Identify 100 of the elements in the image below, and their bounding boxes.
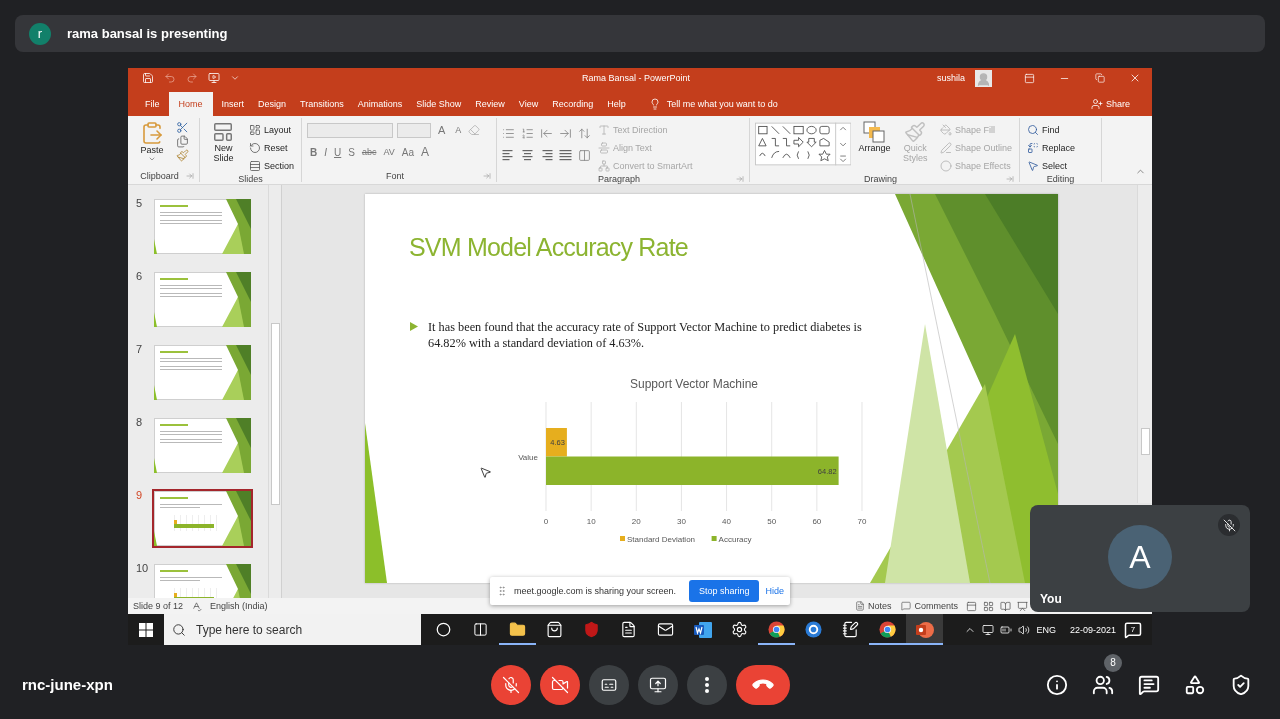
shield-icon: [1230, 673, 1252, 696]
slide-title: SVM Model Accuracy Rate: [409, 232, 688, 263]
search-field[interactable]: Type here to search: [194, 621, 418, 638]
reset-button[interactable]: Reset: [246, 139, 296, 156]
ribbon-tab[interactable]: Home: [168, 92, 213, 116]
chart-title: Support Vector Machine: [629, 377, 759, 391]
participant-name: You: [1040, 592, 1062, 606]
decrease-indent-icon[interactable]: [540, 126, 553, 140]
ribbon-tab[interactable]: Help: [602, 92, 631, 116]
new-slide-button[interactable]: New Slide: [205, 121, 242, 174]
meeting-name: rnc-june-xpn: [21, 676, 114, 693]
ribbon-tab[interactable]: Design: [253, 92, 292, 116]
slide-number: 8: [136, 416, 144, 428]
axis-tick-label: 60: [812, 517, 822, 526]
align-center-icon[interactable]: [521, 149, 534, 161]
clipboard-icon: [140, 121, 164, 145]
pointer-icon: [1027, 159, 1039, 172]
ribbon-tab[interactable]: View: [513, 92, 544, 116]
format-button[interactable]: A: [418, 143, 433, 161]
font-name-field[interactable]: [307, 122, 393, 138]
shapes-gallery[interactable]: [755, 121, 852, 167]
slide-thumbnail[interactable]: [152, 489, 253, 548]
shrink-font-button[interactable]: A: [452, 121, 465, 139]
axis-tick-label: 10: [586, 517, 596, 526]
ribbon-tab[interactable]: Insert: [216, 92, 250, 116]
format-button[interactable]: S: [345, 143, 358, 161]
input-language: ENG: [1036, 624, 1056, 635]
font-size-field[interactable]: [397, 122, 431, 138]
format-button[interactable]: B: [307, 143, 321, 161]
search-box[interactable]: Type here to search: [164, 614, 421, 645]
share-button[interactable]: Share: [1084, 92, 1136, 116]
copy-icon[interactable]: [176, 135, 189, 148]
info-icon: [1046, 673, 1068, 696]
slide-number: 5: [136, 197, 144, 209]
reset-icon: [248, 141, 261, 154]
columns-icon[interactable]: [578, 148, 591, 162]
stop-sharing-button[interactable]: Stop sharing: [688, 580, 760, 602]
avatar: r: [29, 22, 51, 45]
comments-button[interactable]: Comments: [899, 601, 960, 611]
reading-view-icon[interactable]: [1000, 600, 1011, 612]
tell-me-field[interactable]: Tell me what you want to do: [648, 92, 778, 116]
slide-icon: [212, 121, 235, 143]
justify-icon[interactable]: [559, 149, 572, 161]
format-button[interactable]: AV: [380, 143, 398, 161]
increase-indent-icon[interactable]: [559, 126, 572, 140]
axis-tick-label: 40: [722, 517, 731, 526]
format-button[interactable]: U: [331, 143, 345, 161]
volume-icon[interactable]: [1018, 623, 1031, 636]
language-label: English (India): [210, 601, 268, 611]
hide-link[interactable]: Hide: [765, 586, 784, 596]
circle-icon: [939, 159, 952, 172]
ribbon-tab[interactable]: File: [140, 92, 165, 116]
save-icon[interactable]: [142, 72, 154, 84]
grid-view-icon[interactable]: [983, 600, 994, 612]
microphone-button[interactable]: [490, 664, 531, 705]
spell-check-icon[interactable]: [191, 600, 203, 612]
scrollbar-thumb[interactable]: [1140, 428, 1150, 455]
ribbon-command[interactable]: Replace: [1025, 139, 1078, 156]
slideshow-icon[interactable]: [208, 72, 220, 84]
legend-label: Accuracy: [718, 535, 752, 544]
caret-icon[interactable]: [230, 73, 240, 83]
group-label: Slides: [237, 174, 264, 184]
brush-icon: [904, 121, 927, 143]
paste-button[interactable]: Paste: [133, 121, 171, 170]
format-button[interactable]: abc: [358, 143, 380, 161]
ribbon-tab[interactable]: Recording: [547, 92, 599, 116]
leave-call-button[interactable]: [735, 664, 790, 705]
scissors-icon[interactable]: [176, 121, 189, 134]
section-button[interactable]: Section: [246, 157, 296, 174]
slideshow-icon[interactable]: [1017, 600, 1028, 612]
monitor-icon[interactable]: [982, 623, 995, 636]
ribbon-tab[interactable]: Slide Show: [411, 92, 467, 116]
info-button[interactable]: [1045, 672, 1069, 697]
format-button[interactable]: I: [321, 143, 330, 161]
align-left-icon[interactable]: [502, 149, 515, 161]
ribbon-command[interactable]: Find: [1025, 121, 1078, 138]
slide-thumbnail[interactable]: [152, 197, 253, 256]
word-processor-icon: [693, 621, 712, 638]
notes-button[interactable]: Notes: [852, 601, 894, 611]
scrollbar-thumb[interactable]: [270, 323, 280, 505]
ribbon-tab[interactable]: Transitions: [295, 92, 349, 116]
align-right-icon[interactable]: [540, 149, 553, 161]
normal-view-icon[interactable]: [966, 600, 977, 612]
ribbon-command[interactable]: Select: [1025, 157, 1078, 174]
numbered-list-icon[interactable]: [521, 126, 534, 140]
ribbon-tab[interactable]: Animations: [352, 92, 408, 116]
layout-button[interactable]: Layout: [246, 121, 296, 138]
ribbon-tab[interactable]: Review: [470, 92, 510, 116]
slide-thumbnail[interactable]: [152, 343, 253, 402]
camera-button[interactable]: [539, 664, 580, 705]
notebook-icon: [842, 621, 859, 638]
arrange-button[interactable]: Arrange: [856, 121, 893, 174]
battery-icon[interactable]: [1000, 623, 1013, 636]
bullet-list-icon[interactable]: [502, 126, 515, 140]
format-button[interactable]: Aa: [398, 143, 417, 161]
shopping-bag-icon: [546, 621, 563, 638]
grow-font-button[interactable]: A: [435, 121, 449, 139]
slide-number: 10: [136, 562, 150, 574]
slide-thumbnail[interactable]: [152, 270, 253, 329]
slide-thumbnail[interactable]: [152, 416, 253, 475]
